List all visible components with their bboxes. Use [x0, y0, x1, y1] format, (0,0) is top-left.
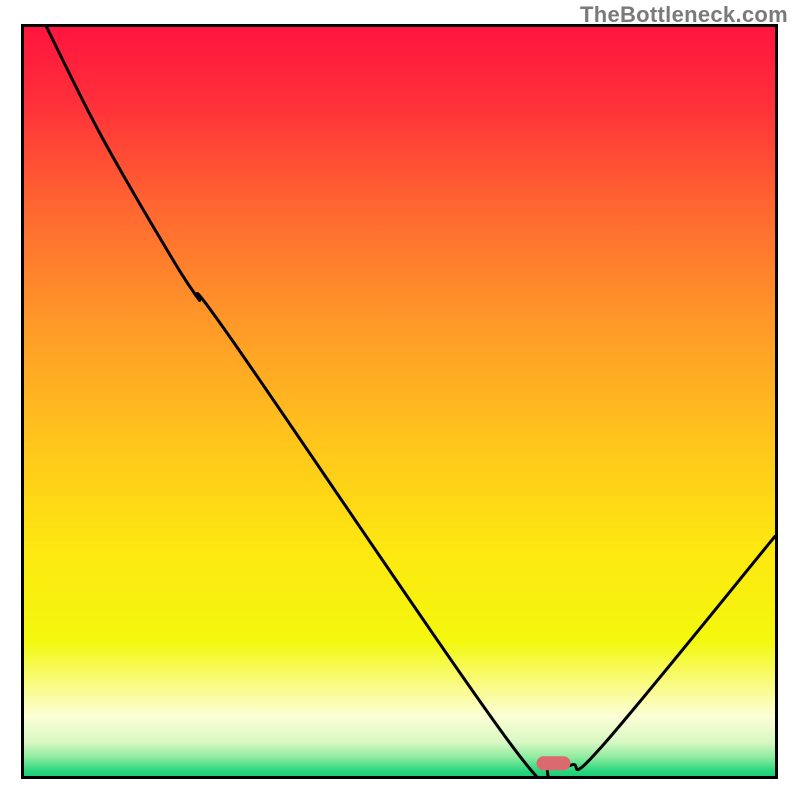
optimal-marker — [537, 756, 571, 770]
watermark-text: TheBottleneck.com — [580, 2, 788, 28]
bottleneck-chart — [24, 27, 775, 776]
gradient-background — [24, 27, 775, 776]
chart-frame — [21, 24, 778, 779]
